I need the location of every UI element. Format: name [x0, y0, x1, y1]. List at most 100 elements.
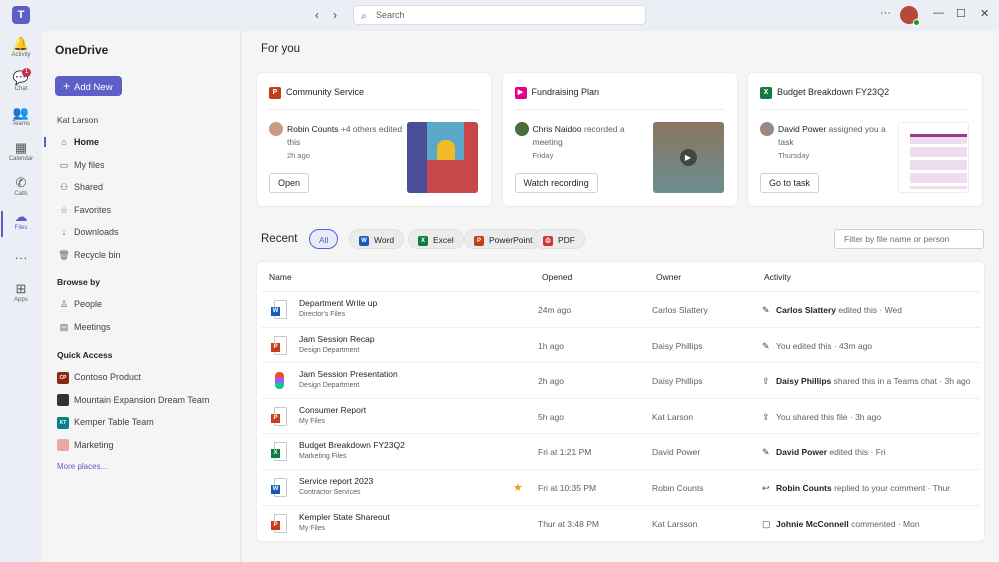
table-row[interactable]: X Budget Breakdown FY23Q2 Marketing File…	[261, 433, 980, 469]
browse-people[interactable]: ♙ People	[57, 296, 232, 312]
rail-label: Apps	[14, 297, 28, 303]
table-row[interactable]: P Jam Session Recap Design Department 1h…	[261, 326, 980, 363]
activity-text: edited this · Fri	[827, 447, 886, 458]
rail-apps[interactable]: ⊞ Apps	[0, 281, 42, 303]
file-thumbnail	[898, 122, 969, 193]
filter-pdf[interactable]: ⎙ PDF	[533, 229, 585, 249]
column-header-activity[interactable]: Activity	[764, 272, 791, 282]
card-action-button[interactable]: Watch recording	[514, 173, 598, 193]
rail-chat[interactable]: 💬 Chat 1	[0, 68, 42, 92]
recommended-file-card[interactable]: P Community Service Robin Counts +4 other…	[257, 73, 491, 206]
filter-input[interactable]: Filter by file name or person	[834, 229, 984, 249]
word-file-icon: W	[271, 300, 287, 319]
file-name[interactable]: Service report 2023	[299, 476, 373, 486]
opened-time: Fri at 10:35 PM	[538, 483, 597, 493]
recommended-file-card[interactable]: ▶ Fundraising Plan Chris Naidoo recorded …	[502, 73, 737, 206]
search-icon: ⌕	[361, 11, 367, 22]
activity-icon: ✎	[762, 447, 770, 458]
quick-access-item[interactable]: CP Contoso Product	[57, 369, 232, 385]
column-header-opened[interactable]: Opened	[542, 272, 572, 282]
file-name[interactable]: Jam Session Recap	[299, 334, 375, 344]
card-time: Friday	[532, 151, 554, 160]
file-name[interactable]: Consumer Report	[299, 405, 366, 415]
more-options-button[interactable]: ···	[880, 7, 891, 19]
file-location: My Files	[299, 417, 326, 425]
activity-actor: Daisy Phillips	[776, 376, 832, 387]
rail-files[interactable]: ☁ Files	[0, 209, 42, 237]
rail-calendar[interactable]: ▦ Calendar	[0, 140, 42, 162]
browse-meetings[interactable]: ▤ Meetings	[57, 319, 232, 335]
column-header-owner[interactable]: Owner	[656, 272, 681, 282]
more-places-link[interactable]: More places...	[57, 462, 107, 471]
minimize-button[interactable]: —	[933, 7, 944, 19]
close-button[interactable]: ✕	[980, 7, 989, 20]
file-name[interactable]: Department Write up	[299, 298, 377, 308]
rail-label: Activity	[11, 52, 31, 58]
people-icon: ♙	[59, 299, 69, 309]
table-row[interactable]: P Kempler State Shareout My Files Thur a…	[261, 504, 980, 541]
quick-access-item[interactable]: KT Kemper Table Team	[57, 414, 232, 430]
presence-available-icon	[913, 19, 920, 26]
filter-word[interactable]: W Word	[349, 229, 405, 249]
recommended-file-card[interactable]: X Budget Breakdown FY23Q2 David Power ass…	[748, 73, 982, 206]
card-title[interactable]: Fundraising Plan	[532, 87, 600, 97]
excel-icon: X	[418, 235, 428, 246]
quick-access-item[interactable]: Marketing	[57, 437, 232, 453]
activity-text: shared this in a Teams chat · 3h ago	[831, 376, 971, 387]
table-row[interactable]: W Department Write up Director's Files 2…	[261, 291, 980, 327]
favorite-star-icon[interactable]: ★	[513, 481, 523, 494]
filter-excel[interactable]: X Excel	[408, 229, 464, 249]
shared-icon: ⚇	[59, 182, 69, 193]
home-icon: ⌂	[61, 137, 67, 147]
maximize-button[interactable]: ☐	[956, 7, 966, 20]
filter-powerpoint[interactable]: P PowerPoint	[464, 229, 543, 249]
forward-button[interactable]: ›	[333, 8, 337, 22]
card-action-button[interactable]: Open	[269, 173, 310, 193]
column-header-name[interactable]: Name	[269, 272, 292, 282]
table-row[interactable]: Jam Session Presentation Design Departme…	[261, 362, 980, 398]
filter-all[interactable]: All	[309, 229, 339, 249]
quick-access-item[interactable]: Mountain Expansion Dream Team	[57, 392, 232, 408]
quick-access-label: Contoso Product	[74, 372, 142, 382]
rail-teams[interactable]: 👥 Teams	[0, 105, 42, 127]
figma-file-icon	[271, 371, 287, 390]
sidebar-item-downloads[interactable]: ↓ Downloads	[57, 224, 232, 240]
activity-text: commented · Mon	[848, 518, 920, 529]
sidebar-item-recycle-bin[interactable]: 🗑 Recycle bin	[57, 247, 232, 263]
back-button[interactable]: ‹	[315, 8, 319, 22]
rail-activity[interactable]: 🔔 Activity	[0, 36, 42, 58]
owner: Carlos Slattery	[652, 305, 708, 315]
sidebar-item-my-files[interactable]: ▭ My files	[57, 157, 232, 173]
divider	[760, 109, 969, 110]
card-action-button[interactable]: Go to task	[760, 173, 820, 193]
downloads-icon: ↓	[61, 227, 67, 238]
table-row[interactable]: P Consumer Report My Files 5h ago Kat La…	[261, 397, 980, 434]
team-avatar: CP	[57, 371, 69, 384]
rail-calls[interactable]: ✆ Calls	[0, 175, 42, 197]
powerpoint-file-icon: P	[271, 513, 287, 533]
file-location: Director's Files	[299, 311, 346, 318]
file-name[interactable]: Jam Session Presentation	[299, 369, 398, 379]
rail-more[interactable]: ···	[0, 250, 42, 266]
quick-access-label: Mountain Expansion Dream Team	[74, 394, 210, 405]
divider	[514, 109, 724, 110]
user-avatar[interactable]	[900, 6, 920, 26]
card-title[interactable]: Community Service	[286, 87, 364, 97]
title-bar: T ‹ › ⌕ Search ··· — ☐ ✕	[0, 0, 999, 31]
add-new-button[interactable]: + Add New	[55, 76, 122, 96]
person-name: Robin Counts	[287, 124, 339, 134]
card-title[interactable]: Budget Breakdown FY23Q2	[777, 87, 889, 97]
file-name[interactable]: Kempler State Shareout	[299, 512, 390, 522]
search-input[interactable]: ⌕ Search	[353, 5, 646, 25]
apps-icon: ⊞	[15, 281, 27, 296]
my-files-icon: ▭	[59, 159, 69, 170]
owner: Kat Larsson	[652, 518, 698, 529]
plus-icon: +	[63, 79, 71, 93]
opened-time: Thur at 3:48 PM	[538, 518, 599, 529]
sidebar-item-home[interactable]: ⌂ Home	[44, 134, 232, 150]
file-name[interactable]: Budget Breakdown FY23Q2	[299, 440, 405, 450]
sidebar-item-shared[interactable]: ⚇ Shared	[57, 179, 232, 195]
sidebar-item-favorites[interactable]: ☆ Favorites	[57, 202, 232, 218]
divider	[269, 109, 478, 110]
table-row[interactable]: W Service report 2023 Contractor Service…	[261, 469, 980, 505]
